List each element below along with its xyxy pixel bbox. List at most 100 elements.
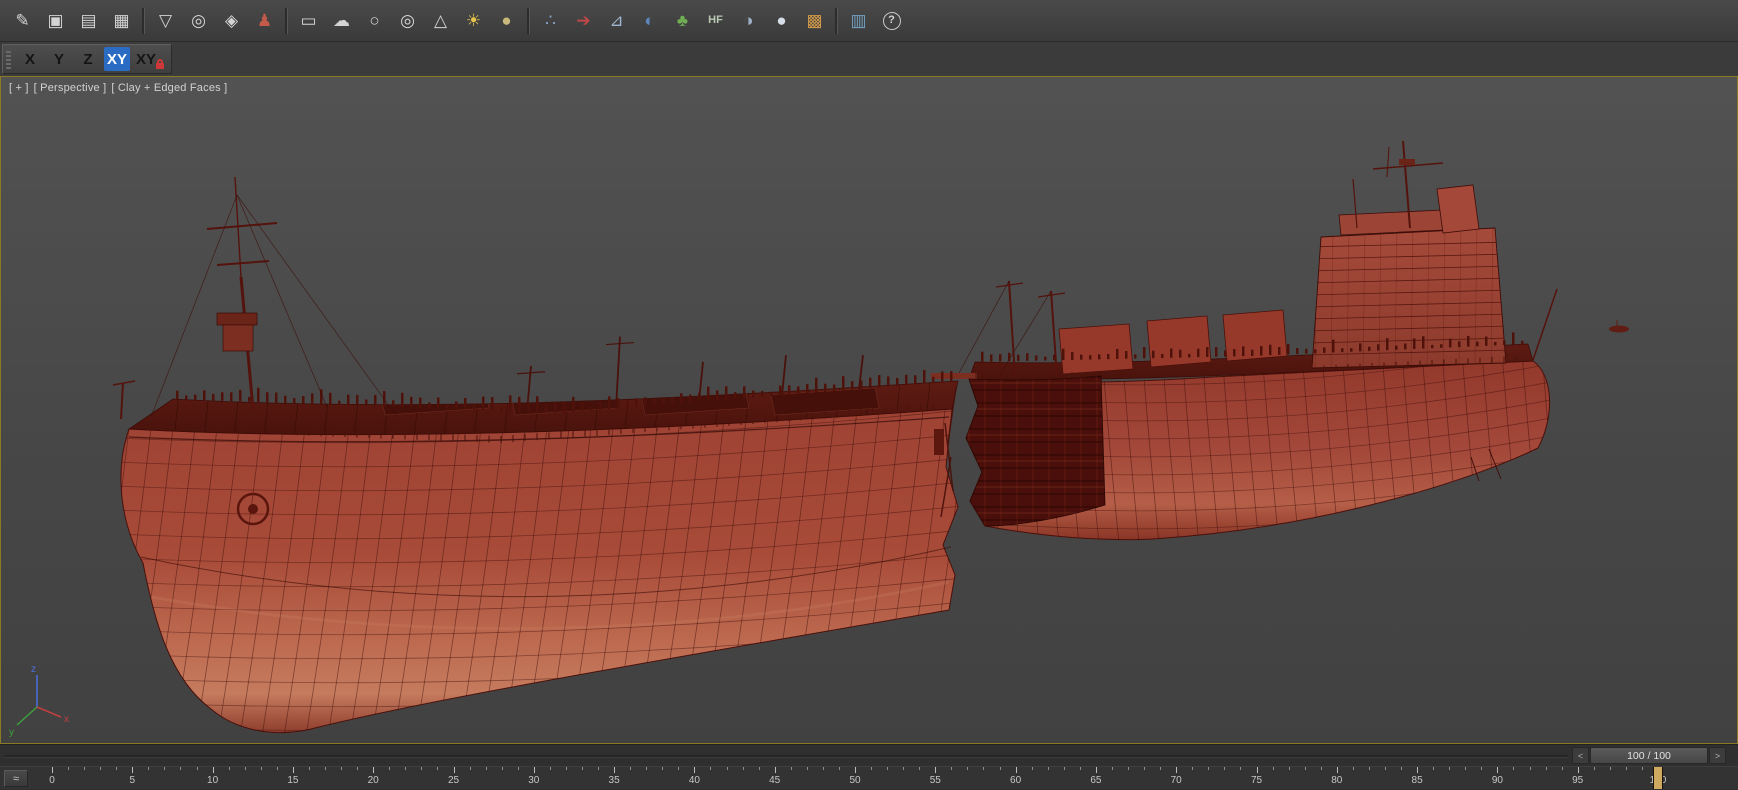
- frame-tick: [485, 767, 487, 770]
- toolbar-button-circle[interactable]: ○: [358, 5, 391, 37]
- sun-icon: ☀: [465, 11, 482, 30]
- toolbar-button-rectangle[interactable]: ▭: [292, 5, 325, 37]
- palette-icon: ▩: [806, 11, 823, 30]
- frame-tick: [292, 767, 294, 773]
- toolbar-separator: [285, 7, 288, 34]
- toolbar-button-freehand[interactable]: ✎: [6, 5, 39, 37]
- ship-model-stern-section[interactable]: [931, 140, 1581, 563]
- frame-tick: [1304, 767, 1306, 770]
- frame-tick: [903, 767, 905, 770]
- frame-tick: [228, 767, 230, 770]
- viewport-canvas[interactable]: z y x: [1, 77, 1738, 744]
- frame-tick: [437, 767, 439, 770]
- walkthrough-icon: ♟: [256, 11, 273, 30]
- spacewarp-icon: ➔: [576, 11, 591, 30]
- toolbar-button-scatter[interactable]: ∴: [534, 5, 567, 37]
- viewport-label: [ + ] [ Perspective ] [ Clay + Edged Fac…: [9, 82, 227, 94]
- toolbar-button-notes[interactable]: ▤: [72, 5, 105, 37]
- frame-tick: [1128, 767, 1130, 770]
- frame-label: 90: [1491, 775, 1503, 786]
- axis-z-label: z: [31, 664, 36, 675]
- time-slider[interactable]: < 100 / 100 >: [0, 744, 1738, 766]
- axis-y-button[interactable]: Y: [46, 47, 72, 71]
- axis-z-button[interactable]: Z: [75, 47, 101, 71]
- time-slider-handle[interactable]: 100 / 100: [1590, 747, 1708, 764]
- frame-tick: [1561, 767, 1563, 770]
- toolbar-separator: [835, 7, 838, 34]
- viewport-menu-shading[interactable]: [ Clay + Edged Faces ]: [111, 82, 227, 94]
- frame-tick: [453, 767, 455, 773]
- frame-tick: [1433, 767, 1435, 770]
- toolbar-button-schematic[interactable]: ▥: [842, 5, 875, 37]
- frame-tick: [758, 767, 760, 770]
- toolbar-button-pan-camera[interactable]: ◈: [215, 5, 248, 37]
- toolbar-button-hf[interactable]: HF: [699, 5, 732, 37]
- frame-tick: [1111, 767, 1113, 770]
- current-frame-marker[interactable]: [1653, 767, 1663, 789]
- frame-tick: [983, 767, 985, 770]
- next-frame-button[interactable]: >: [1709, 747, 1726, 764]
- dolly-camera-icon: ◎: [191, 11, 206, 30]
- time-slider-track[interactable]: [4, 755, 1568, 758]
- toolbar-button-palette[interactable]: ▩: [798, 5, 831, 37]
- toolbar-button-bitmap[interactable]: ▣: [39, 5, 72, 37]
- frame-label: 45: [769, 775, 781, 786]
- frame-tick: [1513, 767, 1515, 770]
- pan-camera-icon: ◈: [224, 11, 239, 30]
- frame-tick: [308, 767, 310, 770]
- frame-tick: [1095, 767, 1097, 773]
- frame-tick: [1176, 767, 1178, 773]
- axis-xy-lock-button[interactable]: XY: [133, 47, 165, 71]
- toolbar-button-sphere[interactable]: ●: [490, 5, 523, 37]
- ship-model-bow-section[interactable]: [81, 176, 993, 744]
- frame-tick: [1336, 767, 1338, 773]
- viewport-menu-general[interactable]: [ + ]: [9, 82, 29, 94]
- frame-tick: [999, 767, 1001, 770]
- axis-xy-lock-label: XY: [136, 50, 157, 68]
- toolbar-button-dolly-camera[interactable]: ◎: [182, 5, 215, 37]
- cloud-icon: ☁: [333, 11, 350, 30]
- toolbar-drag-handle[interactable]: [6, 49, 11, 69]
- scatter-icon: ∴: [545, 11, 556, 30]
- viewport[interactable]: [ + ] [ Perspective ] [ Clay + Edged Fac…: [0, 76, 1738, 744]
- frame-label: 10: [207, 775, 219, 786]
- previous-frame-button[interactable]: <: [1572, 747, 1589, 764]
- frame-label: 85: [1411, 775, 1423, 786]
- distant-boat[interactable]: [1609, 325, 1629, 333]
- toolbar-button-datasheet[interactable]: ▦: [105, 5, 138, 37]
- frame-tick: [1465, 767, 1467, 770]
- track-bar[interactable]: ≈ 0 5 10 15 20 25 30 35 40 45 50 55 60 65 70 75 80 85 90 95…: [0, 766, 1738, 789]
- frame-tick: [630, 767, 632, 770]
- toolbar-button-foliage[interactable]: ♣: [666, 5, 699, 37]
- toolbar-button-walkthrough[interactable]: ♟: [248, 5, 281, 37]
- toolbar-button-cloud[interactable]: ☁: [325, 5, 358, 37]
- viewport-menu-pov[interactable]: [ Perspective ]: [34, 82, 107, 94]
- funnel: [1436, 184, 1480, 234]
- toolbar-button-help[interactable]: ?: [875, 5, 908, 37]
- frame-tick: [373, 767, 375, 773]
- toolbar-separator: [142, 7, 145, 34]
- toolbar-button-donut[interactable]: ◎: [391, 5, 424, 37]
- toolbar-button-light-sphere[interactable]: ●: [765, 5, 798, 37]
- toolbar-button-sun[interactable]: ☀: [457, 5, 490, 37]
- frame-tick: [116, 767, 118, 770]
- toolbar-button-cone[interactable]: △: [424, 5, 457, 37]
- toolbar-button-earth[interactable]: ◐: [633, 5, 666, 37]
- hf-icon: HF: [708, 14, 723, 26]
- frame-label: 0: [49, 775, 55, 786]
- toolbar-button-filter[interactable]: ▽: [149, 5, 182, 37]
- frame-tick: [806, 767, 808, 770]
- axis-xy-button[interactable]: XY: [104, 47, 131, 71]
- frame-tick: [180, 767, 182, 770]
- mini-curve-editor-button[interactable]: ≈: [4, 770, 28, 787]
- toolbar-button-protractor[interactable]: ⊿: [600, 5, 633, 37]
- frame-tick: [774, 767, 776, 773]
- frame-tick: [1497, 767, 1499, 773]
- frame-tick: [1368, 767, 1370, 770]
- frame-tick: [1641, 767, 1643, 770]
- toolbar-button-spacewarp[interactable]: ➔: [567, 5, 600, 37]
- toolbar-button-dark-sphere[interactable]: ◑: [732, 5, 765, 37]
- axis-x-button[interactable]: X: [17, 47, 43, 71]
- toolbar-separator: [527, 7, 530, 34]
- frame-tick: [1449, 767, 1451, 770]
